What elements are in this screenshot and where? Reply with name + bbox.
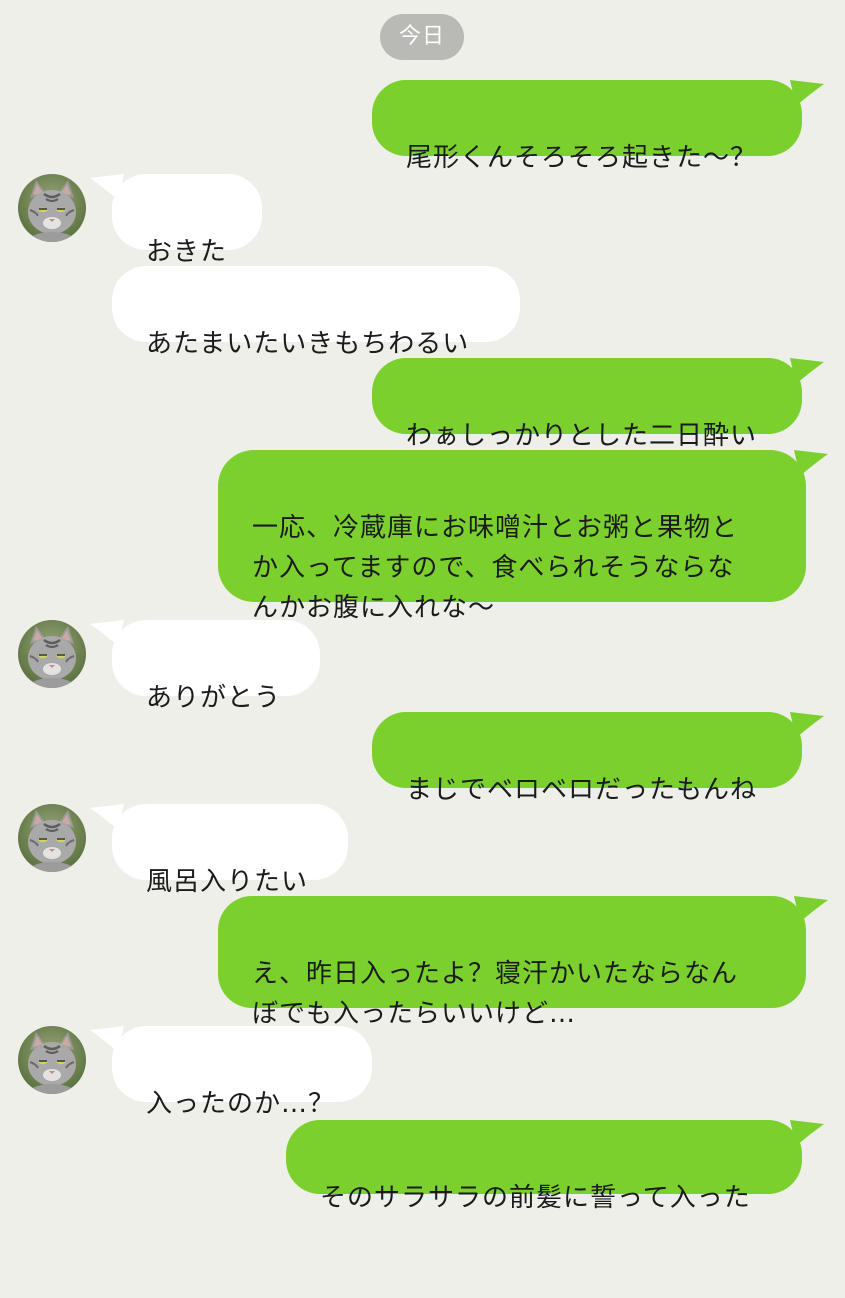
incoming-message-bubble[interactable]: おきた [90,174,262,267]
contact-avatar[interactable] [18,804,86,872]
cat-photo-avatar-icon [18,804,86,872]
bubble-tail [790,1120,824,1146]
contact-avatar[interactable] [18,174,86,242]
bubble-tail [794,450,828,476]
bubble-tail [90,620,124,646]
bubble-tail [790,712,824,738]
bubble-tail [790,80,824,106]
cat-photo-avatar-icon [18,620,86,688]
bubble-tail [90,174,124,200]
bubble-tail [790,358,824,384]
incoming-message-bubble[interactable]: あたまいたいきもちわるい [112,266,520,359]
contact-avatar[interactable] [18,620,86,688]
outgoing-message-bubble[interactable]: 一応、冷蔵庫にお味噌汁とお粥と果物と か入ってますので、食べられそうならな んか… [218,450,828,623]
message-text: え、昨日入ったよ？寝汗かいたならなん ぼでも入ったらいいけど… [252,959,739,1029]
outgoing-message-bubble[interactable]: え、昨日入ったよ？寝汗かいたならなん ぼでも入ったらいいけど… [218,896,828,1029]
outgoing-message-bubble[interactable]: 尾形くんそろそろ起きた〜？ [372,80,824,173]
bubble-tail [794,896,828,922]
message-text: そのサラサラの前髪に誓って入った [320,1183,751,1213]
cat-photo-avatar-icon [18,174,86,242]
message-text: まじでベロベロだったもんね [406,775,758,805]
bubble-tail [90,1026,124,1052]
incoming-message-bubble[interactable]: 入ったのか…？ [90,1026,372,1119]
outgoing-message-bubble[interactable]: わぁしっかりとした二日酔い [372,358,824,451]
message-text: 一応、冷蔵庫にお味噌汁とお粥と果物と か入ってますので、食べられそうならな んか… [252,513,739,623]
incoming-message-bubble[interactable]: ありがとう [90,620,320,713]
date-separator: 今日 [380,14,464,60]
bubble-tail [90,804,124,830]
cat-photo-avatar-icon [18,1026,86,1094]
message-text: 入ったのか…？ [146,1089,336,1119]
incoming-message-bubble[interactable]: 風呂入りたい [90,804,348,897]
contact-avatar[interactable] [18,1026,86,1094]
message-text: 尾形くんそろそろ起きた〜？ [406,143,758,173]
outgoing-message-bubble[interactable]: そのサラサラの前髪に誓って入った [286,1120,824,1213]
message-text: ありがとう [146,683,282,713]
outgoing-message-bubble[interactable]: まじでベロベロだったもんね [372,712,824,805]
